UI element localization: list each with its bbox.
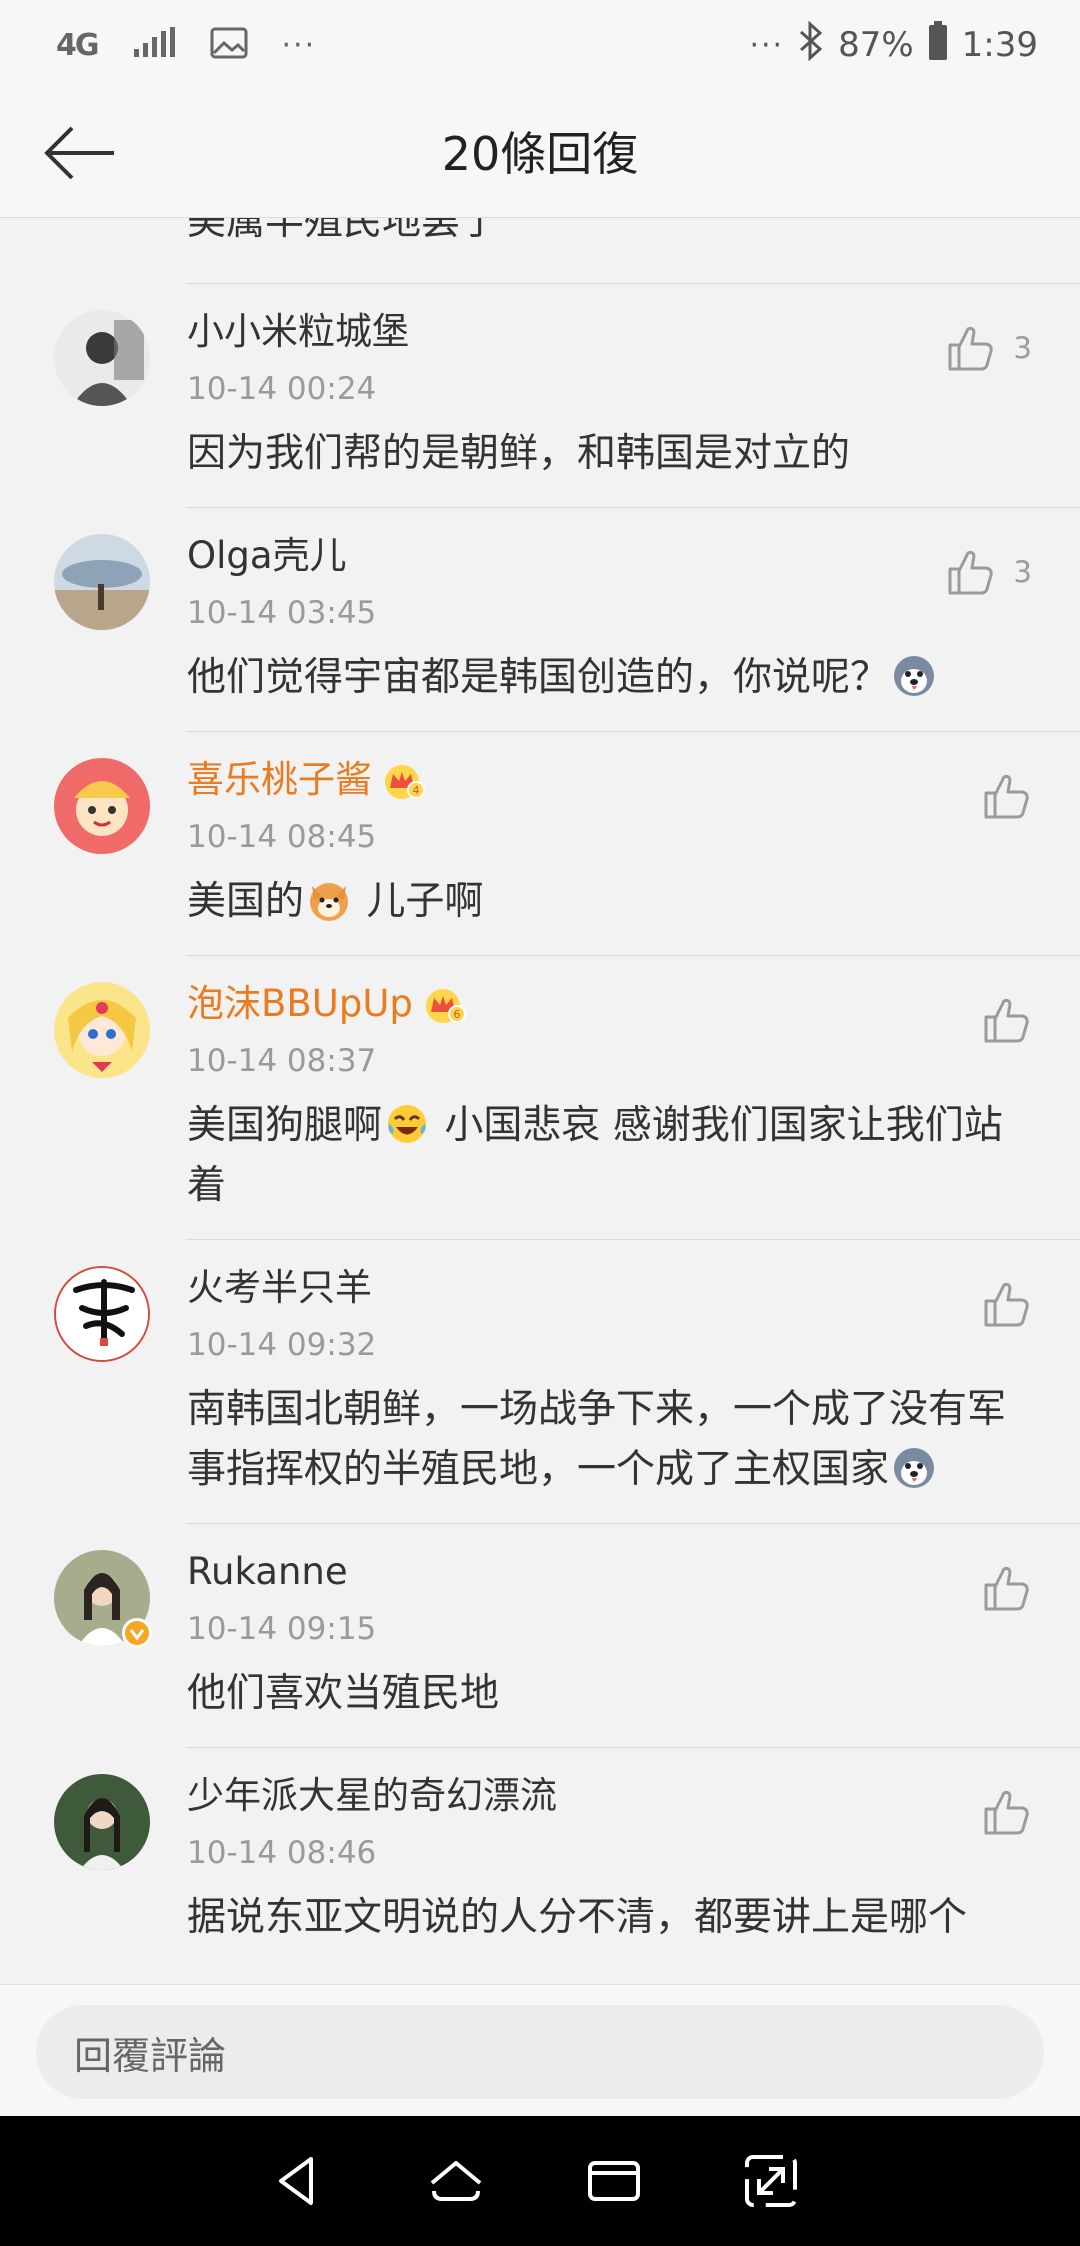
comment-text: 美属半殖民地罢了 [187,218,500,244]
laugh-cry-emoji-icon [385,1102,429,1146]
comment-time: 10-14 09:32 [187,1327,377,1363]
system-nav-bar [0,2116,1080,2246]
like-button[interactable] [982,1782,1032,1842]
user-name[interactable]: 喜乐桃子酱 4 [187,756,1030,804]
nav-expand-button[interactable] [736,2146,806,2216]
user-name[interactable]: 小小米粒城堡 [187,308,1030,356]
comment-text: 他们喜欢当殖民地 [187,1671,500,1716]
comment-item[interactable]: Rukanne 10-14 09:15 他们喜欢当殖民地 [0,1524,1080,1748]
comment-time: 10-14 08:46 [187,1835,377,1871]
user-name[interactable]: Rukanne [187,1548,1030,1596]
crown-icon: 6 [423,984,467,1024]
dog-emoji-icon [307,878,351,922]
avatar[interactable] [54,1774,150,1870]
comment-item[interactable]: 喜乐桃子酱 4 10-14 08:45 美国的 儿子啊 [0,732,1080,956]
user-name[interactable]: 少年派大星的奇幻漂流 [187,1772,1030,1820]
like-count: 3 [1013,331,1032,365]
comment-text: 美国狗腿啊 小国悲哀 感谢我们国家让我们站着 [187,1102,1003,1208]
like-button[interactable] [982,1558,1032,1618]
comment-time: 10-14 00:24 [187,371,377,407]
like-button[interactable]: 3 [946,318,1032,378]
nav-back-button[interactable] [264,2146,334,2216]
comment-item[interactable]: Olga壳儿 10-14 03:45 他们觉得宇宙都是韩国创造的，你说呢？ 3 [0,508,1080,732]
network-indicator: 4G [56,27,99,63]
comment-text: 他们觉得宇宙都是韩国创造的，你说呢？ [187,648,1030,708]
more-status: ··· [749,27,785,63]
comment-list[interactable]: 美属半殖民地罢了 小小米粒城堡 10-14 00:24 因为我们帮的是朝鲜，和韩… [0,218,1080,1984]
verified-badge-icon [122,1618,152,1648]
home-icon [430,2161,482,2201]
nav-home-button[interactable] [421,2146,491,2216]
thumbs-up-icon [984,1566,1029,1611]
list-item-partial: 美属半殖民地罢了 [186,218,1080,284]
reply-bar: 回覆評論 [0,1984,1080,2116]
avatar[interactable] [54,982,150,1078]
comment-time: 10-14 08:37 [187,1043,377,1079]
comment-item[interactable]: 小小米粒城堡 10-14 00:24 因为我们帮的是朝鲜，和韩国是对立的 3 [0,284,1080,508]
page-title: 20條回復 [441,127,639,181]
thumbs-up-icon [948,550,993,595]
comment-text: 据说东亚文明说的人分不清，都要讲上是哪个 [187,1895,968,1940]
like-button[interactable] [982,990,1032,1050]
avatar[interactable] [54,534,150,630]
triangle-back-icon [278,2157,313,2205]
comment-item[interactable]: 少年派大星的奇幻漂流 10-14 08:46 据说东亚文明说的人分不清，都要讲上… [0,1748,1080,1972]
like-button[interactable]: 3 [946,542,1032,602]
status-bar: 4G ··· ··· 87% 1:39 [0,0,1080,88]
comment-item[interactable]: 火考半只羊 10-14 09:32 南韩国北朝鲜，一场战争下来，一个成了没有军事… [0,1240,1080,1524]
top-header: 20條回復 [0,88,1080,218]
battery-percent: 87% [838,25,914,65]
avatar[interactable] [54,310,150,406]
reply-input[interactable]: 回覆評論 [36,2005,1044,2099]
recents-icon [587,2161,640,2201]
image-icon [210,27,248,63]
crown-icon: 4 [382,760,426,800]
comment-time: 10-14 09:15 [187,1611,377,1647]
comment-item[interactable]: 泡沫BBUpUp 6 10-14 08:37 美国狗腿啊 小国悲哀 感谢我们国家… [0,956,1080,1240]
thumbs-up-icon [984,1282,1029,1327]
thumbs-up-icon [984,1790,1029,1835]
like-button[interactable] [982,1274,1032,1334]
nav-recents-button[interactable] [579,2146,649,2216]
avatar[interactable] [54,1266,150,1362]
comment-text: 因为我们帮的是朝鲜，和韩国是对立的 [187,431,851,476]
svg-text:6: 6 [453,1008,460,1021]
clock: 1:39 [961,25,1038,65]
expand-icon [745,2155,798,2207]
thumbs-up-icon [984,774,1029,819]
battery-icon [928,20,948,70]
like-count: 3 [1013,555,1032,589]
comment-time: 10-14 03:45 [187,595,377,631]
avatar[interactable] [54,758,150,854]
user-name[interactable]: Olga壳儿 [187,532,1030,580]
husky-emoji-icon [892,654,936,698]
more-notifications: ··· [281,27,317,63]
user-name[interactable]: 泡沫BBUpUp 6 [187,980,1030,1028]
svg-text:4: 4 [413,784,420,797]
thumbs-up-icon [948,326,993,371]
thumbs-up-icon [984,998,1029,1043]
user-name[interactable]: 火考半只羊 [187,1264,1030,1312]
comment-time: 10-14 08:45 [187,819,377,855]
husky-emoji-icon [892,1446,936,1490]
bluetooth-icon [798,20,824,70]
signal-icon [132,27,176,63]
comment-text: 美国的 儿子啊 [187,878,484,924]
comment-text: 南韩国北朝鲜，一场战争下来，一个成了没有军事指挥权的半殖民地，一个成了主权国家 [187,1387,1007,1492]
like-button[interactable] [982,766,1032,826]
